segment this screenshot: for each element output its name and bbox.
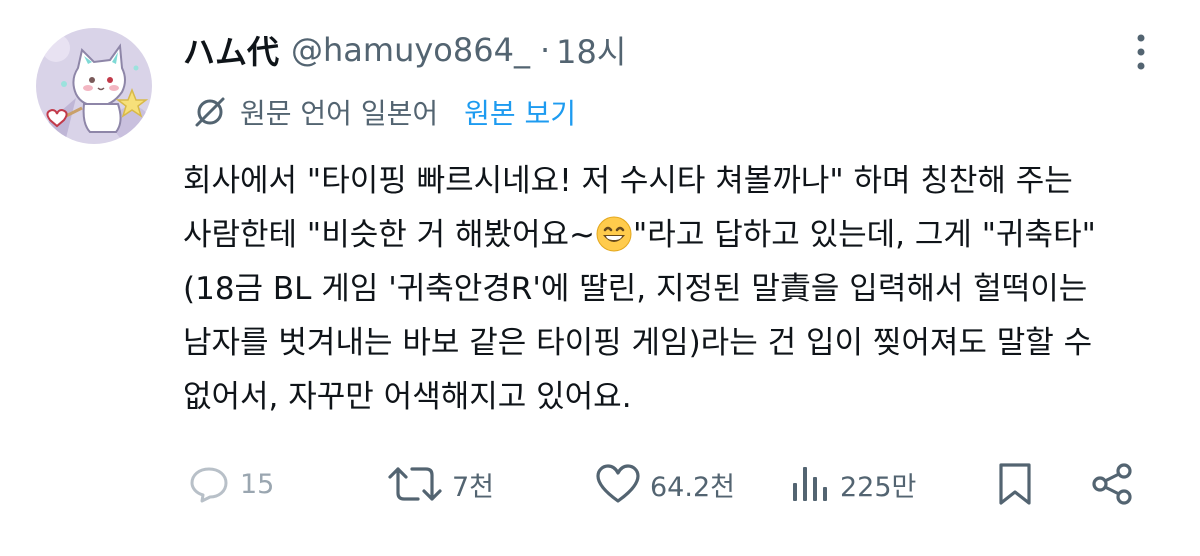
view-count: 225만 (840, 471, 917, 503)
reply-button[interactable]: 15 (186, 452, 274, 516)
translation-row: 원문 언어 일본어 원본 보기 (192, 90, 576, 134)
separator: · (539, 31, 551, 69)
view-original-link[interactable]: 원본 보기 (464, 92, 576, 132)
reply-icon (190, 467, 228, 503)
more-button[interactable] (1126, 30, 1156, 74)
like-button[interactable]: 64.2천 (594, 452, 735, 516)
retweet-count: 7천 (452, 471, 495, 503)
retweet-icon (388, 467, 442, 501)
action-bar: 15 7천 64.2천 225만 (0, 452, 1200, 516)
more-vertical-icon (1137, 34, 1145, 70)
views-button[interactable]: 225만 (788, 452, 916, 516)
views-icon (793, 467, 827, 501)
text-line: 남자를 벗겨내는 바보 같은 타이핑 게임)라는 건 입이 찢어져도 말할 수 (183, 325, 1093, 361)
text-line: 없어서, 자꾸만 어색해지고 있어요. (183, 379, 632, 415)
bookmark-icon (999, 463, 1031, 505)
grinning-face-emoji (596, 216, 632, 252)
tweet-text: 회사에서 "타이핑 빠르시네요! 저 수시타 쳐볼까나" 하며 칭찬해 주는 사… (183, 154, 1173, 424)
retweet-button[interactable]: 7천 (386, 452, 494, 516)
share-button[interactable] (1088, 452, 1136, 516)
user-handle[interactable]: @hamuyo864_ (291, 31, 530, 69)
timestamp[interactable]: 18시 (556, 27, 626, 73)
share-icon (1092, 463, 1132, 505)
bookmark-button[interactable] (994, 452, 1036, 516)
like-count: 64.2천 (650, 471, 735, 503)
reply-count: 15 (240, 468, 275, 500)
source-language-label: 원문 언어 일본어 (240, 97, 439, 130)
text-line: (18금 BL 게임 '귀축안경R'에 딸린, 지정된 말責을 입력해서 헐떡이… (183, 271, 1088, 307)
cat-avatar-icon (36, 28, 152, 144)
display-name[interactable]: ハム代 (183, 27, 279, 73)
avatar[interactable] (36, 28, 152, 144)
text-segment: "라고 답하고 있는데, 그게 "귀축타" (633, 217, 1096, 253)
text-line: 사람한테 "비슷한 거 해봤어요~ "라고 답하고 있는데, 그게 "귀축타" (183, 208, 1173, 262)
heart-icon (596, 464, 640, 503)
tweet: ハム代 @hamuyo864_ · 18시 원문 언어 일본어 원본 보기 회사… (0, 0, 1200, 556)
text-segment: 사람한테 "비슷한 거 해봤어요~ (183, 217, 596, 253)
translate-icon (195, 97, 225, 127)
text-line: 회사에서 "타이핑 빠르시네요! 저 수시타 쳐볼까나" 하며 칭찬해 주는 (183, 163, 1073, 199)
tweet-header: ハム代 @hamuyo864_ · 18시 (183, 24, 626, 76)
